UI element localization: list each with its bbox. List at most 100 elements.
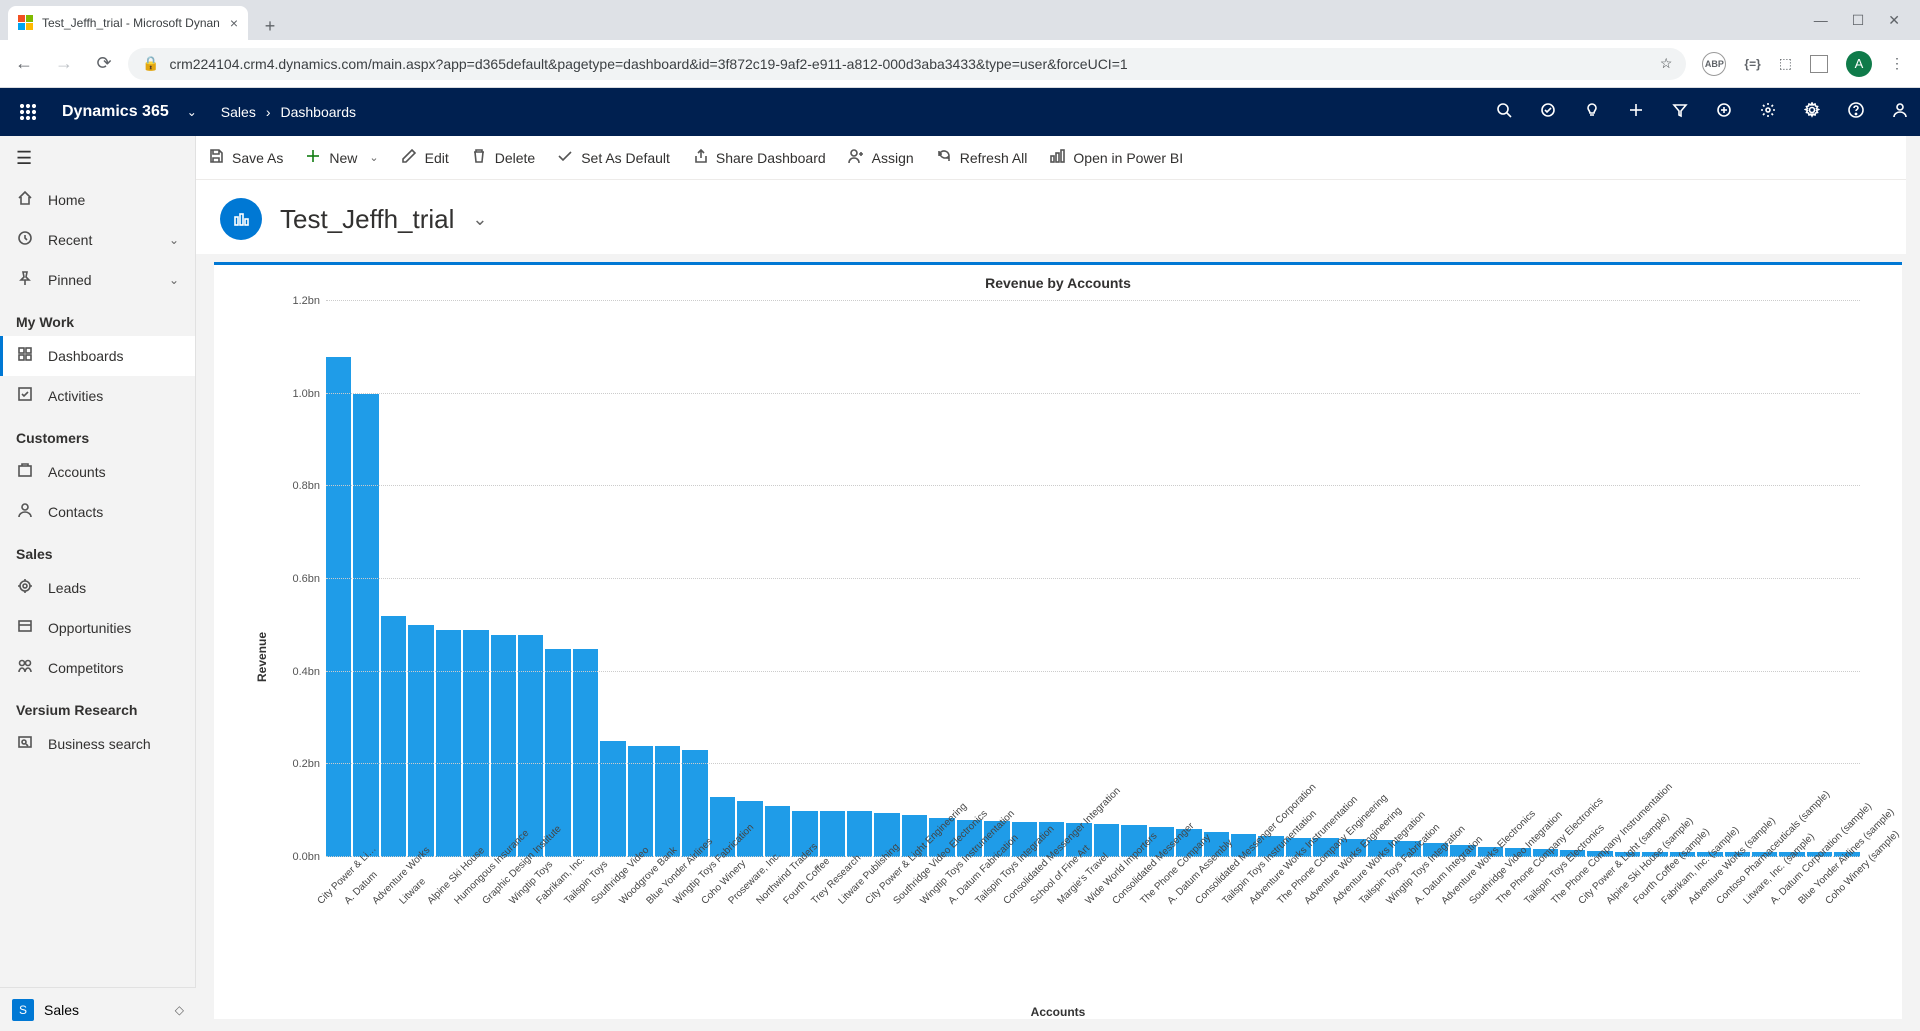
settings-gear-icon[interactable] [1760, 102, 1776, 123]
bar[interactable] [408, 625, 433, 857]
forward-button[interactable]: → [48, 48, 80, 80]
area-switcher[interactable]: S Sales ◇ [0, 987, 196, 1031]
bar[interactable] [518, 635, 543, 857]
star-icon[interactable]: ☆ [1660, 55, 1673, 72]
bar[interactable] [463, 630, 488, 857]
bar[interactable] [1094, 824, 1119, 857]
grid-line [326, 671, 1860, 672]
area-chevron-icon: ◇ [175, 1003, 184, 1017]
user-icon[interactable] [1892, 102, 1908, 123]
bar[interactable] [436, 630, 461, 857]
add-icon[interactable] [1628, 102, 1644, 123]
new-tab-button[interactable]: + [256, 12, 284, 40]
nav-section-customers: Customers [0, 416, 195, 452]
address-bar[interactable]: 🔒 crm224104.crm4.dynamics.com/main.aspx?… [128, 48, 1686, 80]
sidebar-item-leads[interactable]: Leads [0, 568, 195, 608]
chart-plot: 0.0bn0.2bn0.4bn0.6bn0.8bn1.0bn1.2bn [326, 301, 1860, 857]
y-axis-label: Revenue [255, 632, 269, 682]
profile-avatar[interactable]: A [1846, 51, 1872, 77]
advanced-find-icon[interactable] [1716, 102, 1732, 123]
assign-icon [848, 148, 864, 168]
chevron-down-icon[interactable]: ⌄ [187, 105, 197, 119]
browser-tab[interactable]: Test_Jeffh_trial - Microsoft Dynan × [8, 6, 248, 40]
share-dashboard-button[interactable]: Share Dashboard [692, 148, 826, 168]
open-in-power-bi-button[interactable]: Open in Power BI [1049, 148, 1183, 168]
bar[interactable] [353, 394, 378, 857]
ext-icon-3[interactable]: ⬚ [1779, 55, 1792, 72]
braces-ext-icon[interactable]: {=} [1744, 57, 1760, 71]
grid-line [326, 578, 1860, 579]
edit-icon [401, 148, 417, 168]
opp-icon [16, 618, 34, 638]
sidebar-item-opportunities[interactable]: Opportunities [0, 608, 195, 648]
minimize-icon[interactable]: — [1814, 12, 1828, 29]
y-tick-label: 0.0bn [270, 851, 320, 863]
comp-icon [16, 658, 34, 678]
bar[interactable] [600, 741, 625, 857]
help-icon[interactable] [1848, 102, 1864, 123]
bar[interactable] [765, 806, 790, 857]
bar[interactable] [847, 811, 872, 857]
page-title: Test_Jeffh_trial [280, 204, 454, 235]
sidebar-item-recent[interactable]: Recent⌄ [0, 220, 195, 260]
ext-icon-4[interactable] [1810, 55, 1828, 73]
breadcrumb-dashboards[interactable]: Dashboards [281, 104, 357, 120]
refresh-all-button[interactable]: Refresh All [936, 148, 1028, 168]
area-badge: S [12, 999, 34, 1021]
x-labels: City Power & Li…A. DatumAdventure WorksL… [326, 861, 1860, 999]
home-icon [16, 190, 34, 210]
bar[interactable] [820, 811, 845, 857]
close-window-icon[interactable]: ✕ [1888, 12, 1900, 29]
title-chevron-down-icon[interactable]: ⌄ [472, 209, 487, 230]
assign-button[interactable]: Assign [848, 148, 914, 168]
account-icon [16, 462, 34, 482]
maximize-icon[interactable]: ☐ [1852, 12, 1865, 29]
sidebar-item-competitors[interactable]: Competitors [0, 648, 195, 688]
scrollbar[interactable] [1906, 136, 1920, 1031]
nav-label: Contacts [48, 504, 103, 520]
new-button[interactable]: New⌄ [305, 148, 378, 168]
back-button[interactable]: ← [8, 48, 40, 80]
assistant-icon[interactable] [1584, 102, 1600, 123]
app-launcher-icon[interactable] [12, 104, 44, 120]
breadcrumb-sales[interactable]: Sales [221, 104, 256, 120]
reload-button[interactable]: ⟳ [88, 48, 120, 80]
breadcrumb-sep-icon: › [266, 104, 271, 120]
delete-button[interactable]: Delete [471, 148, 535, 168]
abp-icon[interactable]: ABP [1702, 52, 1726, 76]
sidebar-item-dashboards[interactable]: Dashboards [0, 336, 195, 376]
favicon-ms-icon [18, 15, 34, 31]
suite-title[interactable]: Dynamics 365 [62, 103, 169, 121]
bar[interactable] [326, 357, 351, 857]
activity-icon [16, 386, 34, 406]
sidebar-collapse-button[interactable]: ☰ [0, 136, 195, 180]
y-tick-label: 0.2bn [270, 758, 320, 770]
menu-icon[interactable]: ⋮ [1890, 55, 1904, 72]
chart-card[interactable]: Revenue by Accounts Revenue 0.0bn0.2bn0.… [214, 262, 1902, 1019]
sidebar-item-pinned[interactable]: Pinned⌄ [0, 260, 195, 300]
y-tick-label: 1.2bn [270, 295, 320, 307]
sidebar-item-contacts[interactable]: Contacts [0, 492, 195, 532]
plus-icon [305, 148, 321, 168]
task-icon[interactable] [1540, 102, 1556, 123]
pin-icon [16, 270, 34, 290]
search-icon[interactable] [1496, 102, 1512, 123]
filter-icon[interactable] [1672, 102, 1688, 123]
sidebar-item-home[interactable]: Home [0, 180, 195, 220]
chevron-down-icon: ⌄ [169, 233, 179, 247]
grid-line [326, 393, 1860, 394]
sidebar-item-accounts[interactable]: Accounts [0, 452, 195, 492]
nav-label: Leads [48, 580, 86, 596]
bar[interactable] [381, 616, 406, 857]
nav-label: Business search [48, 736, 151, 752]
bar[interactable] [573, 649, 598, 858]
close-tab-icon[interactable]: × [230, 15, 238, 31]
save-as-button[interactable]: Save As [208, 148, 283, 168]
sidebar-item-activities[interactable]: Activities [0, 376, 195, 416]
gear-icon[interactable] [1804, 102, 1820, 123]
bar[interactable] [491, 635, 516, 857]
edit-button[interactable]: Edit [401, 148, 449, 168]
sidebar-item-business-search[interactable]: Business search [0, 724, 195, 764]
chart-title: Revenue by Accounts [226, 273, 1890, 297]
set-as-default-button[interactable]: Set As Default [557, 148, 670, 168]
